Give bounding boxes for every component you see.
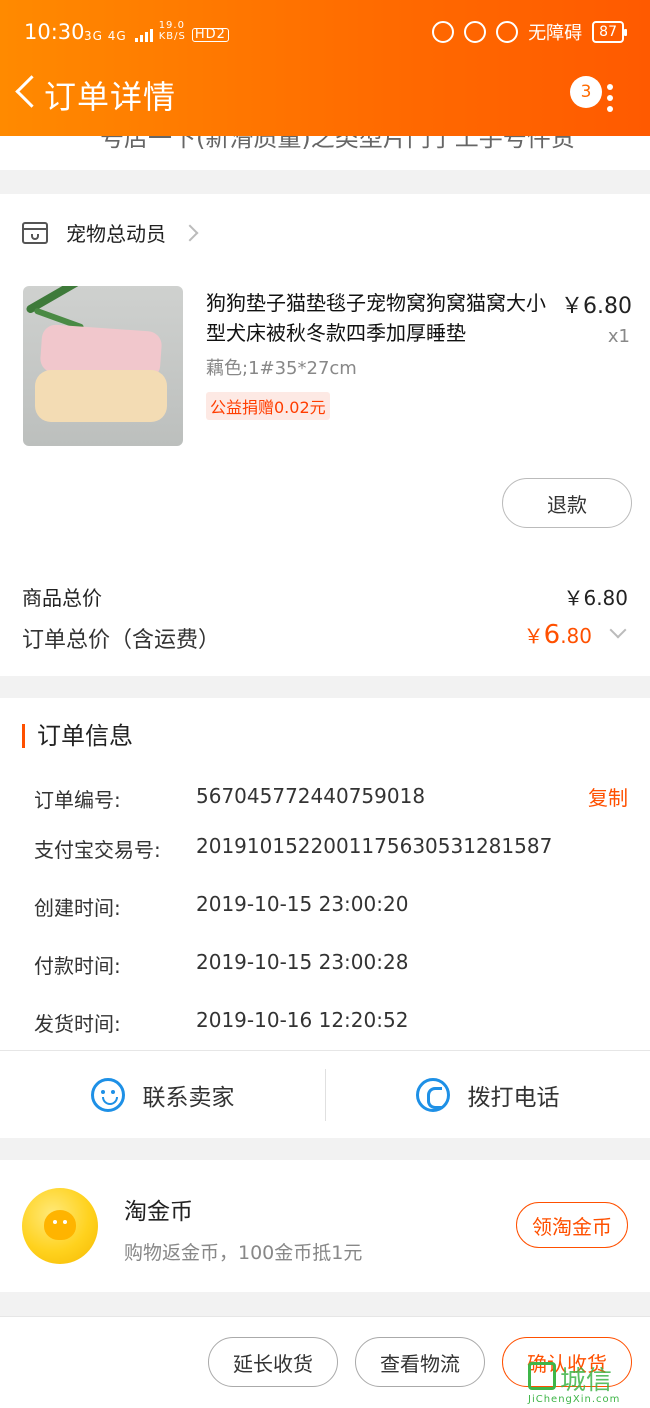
goods-total-value: ￥6.80 (563, 586, 628, 610)
alipay-trade-label: 支付宝交易号: (34, 838, 161, 862)
network-type: 3G 4G (84, 29, 127, 43)
order-total-value[interactable]: ￥6.80 (524, 620, 592, 650)
currency-symbol: ￥ (523, 624, 544, 648)
chat-icon (90, 1078, 125, 1112)
chevron-right-icon (181, 224, 199, 241)
battery-icon: 87 (592, 21, 627, 43)
coins-title: 淘金币 (124, 1199, 193, 1225)
more-dot-icon (607, 95, 613, 101)
status-right: 无障碍 87 (432, 19, 627, 45)
contact-row: 联系卖家 拨打电话 (0, 1050, 650, 1138)
status-bar: 10:30 3G 4G 19.0 KB/S HD2 无障碍 87 (0, 0, 650, 64)
product-image[interactable] (23, 286, 183, 446)
alarm-icon (496, 21, 519, 43)
chevron-down-icon[interactable] (609, 621, 627, 639)
product-quantity: x1 (607, 326, 630, 347)
watermark-logo-icon (528, 1362, 556, 1390)
gold-coin-icon (22, 1188, 98, 1264)
charity-tag: 公益捐赠0.02元 (206, 392, 330, 420)
view-logistics-button[interactable]: 查看物流 (355, 1337, 485, 1387)
order-number-value: 567045772440759018 (196, 784, 426, 808)
goods-total-label: 商品总价 (22, 586, 102, 610)
contact-seller-button[interactable]: 联系卖家 (0, 1051, 325, 1139)
signal-icon (134, 29, 153, 42)
page-title: 订单详情 (44, 78, 177, 116)
order-total-dec: .80 (560, 624, 592, 648)
copy-button[interactable]: 复制 (588, 782, 628, 811)
app-header: 10:30 3G 4G 19.0 KB/S HD2 无障碍 87 订单详情 3 (0, 0, 650, 136)
coin-face-icon (44, 1210, 76, 1240)
address-strip: 号店一下(新滑质量)之类型片门了工手号件货 (0, 136, 650, 170)
product-title[interactable]: 狗狗垫子猫垫毯子宠物窝狗窝猫窝大小型犬床被秋冬款四季加厚睡垫 (206, 288, 556, 348)
vibrate-icon (432, 21, 455, 43)
shop-link[interactable]: 宠物总动员 (22, 218, 199, 247)
net-speed: 19.0 KB/S (159, 20, 186, 42)
order-total-int: 6 (543, 620, 561, 650)
watermark-text: 城信 (560, 1366, 613, 1396)
created-time-value: 2019-10-15 23:00:20 (196, 892, 409, 916)
product-price: ￥6.80 (561, 294, 632, 319)
shop-icon (22, 221, 48, 244)
cream-mat (35, 370, 167, 422)
call-phone-label: 拨打电话 (467, 1085, 560, 1111)
net-speed-unit: KB/S (158, 31, 186, 42)
order-info-title: 订单信息 (22, 724, 133, 748)
refund-button[interactable]: 退款 (502, 478, 632, 528)
get-coins-button[interactable]: 领淘金币 (516, 1202, 628, 1248)
paid-time-label: 付款时间: (34, 954, 121, 978)
network-indicator: 3G 4G 19.0 KB/S HD2 (84, 20, 229, 42)
product-card: 宠物总动员 狗狗垫子猫垫毯子宠物窝狗窝猫窝大小型犬床被秋冬款四季加厚睡垫 ￥6.… (0, 194, 650, 676)
more-dot-icon (607, 84, 613, 90)
hd-indicator: HD2 (191, 28, 229, 42)
order-info-card: 订单信息 订单编号: 567045772440759018 复制 支付宝交易号:… (0, 698, 650, 1050)
shipped-time-label: 发货时间: (34, 1012, 121, 1036)
shop-name: 宠物总动员 (66, 222, 166, 246)
lock-icon (464, 21, 487, 43)
net-speed-value: 19.0 (158, 20, 185, 31)
product-sku: 藕色;1#35*27cm (206, 358, 357, 379)
paid-time-value: 2019-10-15 23:00:28 (196, 950, 409, 974)
back-arrow-icon[interactable] (12, 74, 42, 114)
shipped-time-value: 2019-10-16 12:20:52 (196, 1008, 409, 1032)
extend-receipt-button[interactable]: 延长收货 (208, 1337, 338, 1387)
accessibility-label: 无障碍 (528, 23, 583, 44)
created-time-label: 创建时间: (34, 896, 121, 920)
contact-seller-label: 联系卖家 (142, 1085, 235, 1111)
nav-bar: 订单详情 3 (0, 64, 650, 136)
phone-icon (415, 1078, 450, 1112)
more-menu-button[interactable]: 3 (570, 76, 620, 124)
site-watermark: 城信 JiChengXin.com (528, 1360, 648, 1406)
alipay-trade-value: 2019101522001175630531281587 (196, 834, 553, 858)
order-number-label: 订单编号: (34, 788, 121, 812)
notification-badge: 3 (570, 76, 602, 108)
coins-subtitle: 购物返金币，100金币抵1元 (124, 1242, 363, 1264)
address-partial-text: 号店一下(新滑质量)之类型片门了工手号件货 (100, 136, 575, 152)
more-dot-icon (607, 106, 613, 112)
order-total-label: 订单总价（含运费） (22, 628, 221, 653)
call-phone-button[interactable]: 拨打电话 (325, 1051, 650, 1139)
watermark-subtext: JiChengXin.com (528, 1394, 621, 1405)
status-time: 10:30 (24, 20, 85, 44)
